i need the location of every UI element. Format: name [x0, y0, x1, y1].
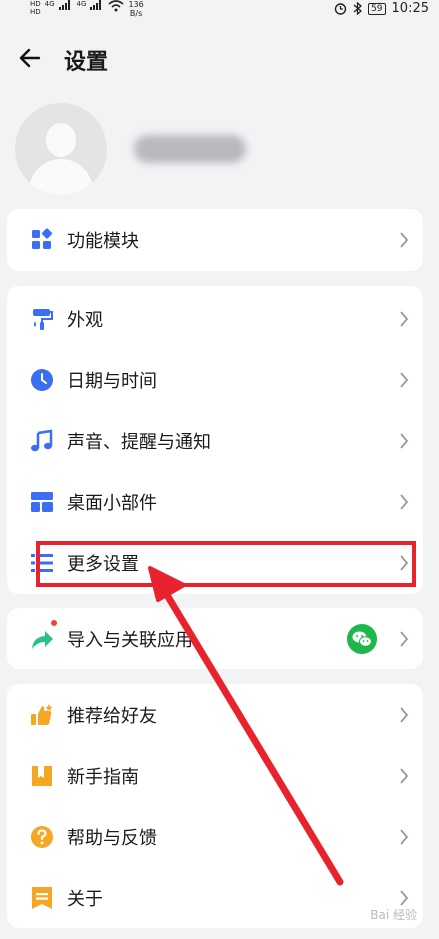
thumbs-up-icon: [31, 704, 53, 725]
clock-time: 10:25: [391, 1, 429, 16]
battery-indicator: 59: [368, 2, 386, 15]
wechat-icon: [347, 624, 377, 654]
book-icon: [32, 766, 52, 786]
signal-4g-2: 4G: [76, 0, 87, 8]
chevron-right-icon: [400, 433, 409, 449]
status-bar: HD HD 4G 4G 136 B/s 59 10:25: [0, 0, 439, 22]
chevron-right-icon: [400, 372, 409, 388]
share-arrow-icon: [32, 631, 53, 649]
net-speed-value: 136: [128, 0, 144, 9]
label-appearance: 外观: [67, 310, 103, 331]
avatar[interactable]: [15, 103, 107, 195]
status-right: 59 10:25: [334, 1, 429, 16]
row-appearance[interactable]: 外观: [7, 288, 423, 349]
net-speed-unit: B/s: [129, 9, 143, 18]
label-help-feedback: 帮助与反馈: [67, 828, 157, 849]
label-about: 关于: [67, 889, 103, 910]
grid-icon: [32, 228, 53, 249]
highlight-box: [36, 541, 416, 587]
card-help: 推荐给好友 新手指南 帮助与反馈 关于: [7, 684, 423, 928]
notification-dot: [51, 620, 57, 626]
label-date-time: 日期与时间: [67, 371, 157, 392]
row-date-time[interactable]: 日期与时间: [7, 349, 423, 410]
hd-label-2: HD: [30, 8, 41, 16]
row-sound-notifications[interactable]: 声音、提醒与通知: [7, 410, 423, 471]
label-feature-modules: 功能模块: [67, 231, 139, 252]
row-about[interactable]: 关于: [7, 867, 423, 928]
signal-bars-icon: [58, 0, 70, 10]
chevron-right-icon: [400, 311, 409, 327]
blurred-username[interactable]: [134, 135, 246, 163]
header: 设置: [0, 40, 439, 80]
page-title: 设置: [64, 50, 109, 75]
widget-icon: [31, 492, 53, 512]
watermark: Bai 经验: [370, 908, 417, 922]
signal-4g-1: 4G: [44, 0, 55, 8]
row-import-apps[interactable]: 导入与关联应用: [7, 608, 423, 669]
chevron-right-icon: [400, 232, 409, 248]
signal-bars-icon: [90, 0, 102, 10]
row-widgets[interactable]: 桌面小部件: [7, 471, 423, 532]
chevron-right-icon: [400, 768, 409, 784]
alarm-icon: [334, 3, 347, 15]
bluetooth-icon: [353, 2, 363, 15]
wifi-icon: [108, 0, 124, 12]
chevron-right-icon: [400, 707, 409, 723]
net-speed: 136 B/s: [128, 0, 143, 18]
back-arrow-icon[interactable]: [18, 46, 42, 70]
label-widgets: 桌面小部件: [67, 493, 157, 514]
label-sound-notifications: 声音、提醒与通知: [67, 432, 211, 453]
chevron-right-icon: [400, 829, 409, 845]
hd-label-1: HD: [30, 0, 41, 8]
label-recommend: 推荐给好友: [67, 706, 157, 727]
row-feature-modules[interactable]: 功能模块: [7, 209, 423, 270]
label-import-apps: 导入与关联应用: [67, 630, 193, 651]
row-guide[interactable]: 新手指南: [7, 745, 423, 806]
info-flag-icon: [32, 887, 52, 909]
chevron-right-icon: [400, 494, 409, 510]
row-help-feedback[interactable]: 帮助与反馈: [7, 806, 423, 867]
label-guide: 新手指南: [67, 767, 139, 788]
card-modules: 功能模块: [7, 209, 423, 271]
signal-indicators: HD HD 4G 4G 136 B/s: [30, 0, 144, 18]
help-icon: [31, 826, 53, 848]
chevron-right-icon: [400, 631, 409, 647]
music-note-icon: [31, 429, 53, 452]
clock-icon: [31, 369, 53, 391]
paint-roller-icon: [33, 309, 53, 330]
row-recommend[interactable]: 推荐给好友: [7, 684, 423, 745]
chevron-right-icon: [400, 890, 409, 906]
card-import: 导入与关联应用: [7, 608, 423, 669]
